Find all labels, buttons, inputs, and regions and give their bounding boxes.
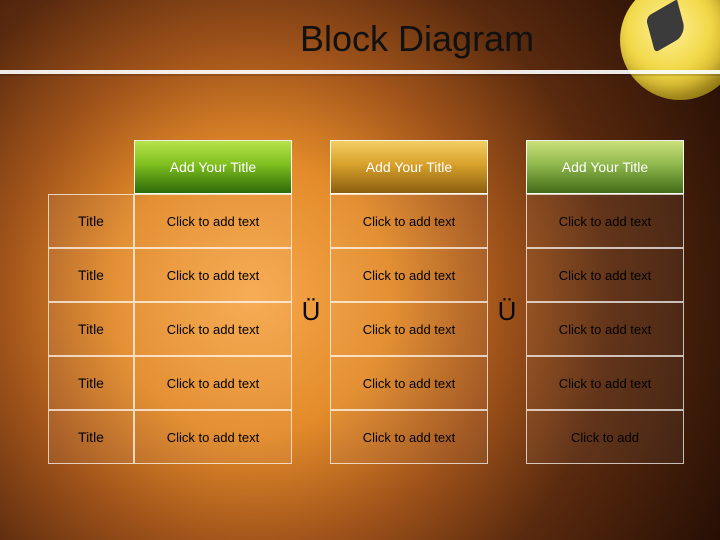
row-label[interactable]: Title [48, 302, 134, 356]
arrow-icon: Ü [498, 296, 517, 327]
arrow-gap-2: Ü [488, 140, 526, 464]
table-cell[interactable]: Click to add text [330, 248, 488, 302]
table-cell[interactable]: Click to add text [134, 194, 292, 248]
arrow-icon: Ü [302, 296, 321, 327]
table-cell[interactable]: Click to add text [330, 302, 488, 356]
page-title: Block Diagram [300, 18, 534, 60]
table-cell[interactable]: Click to add text [134, 356, 292, 410]
table-cell[interactable]: Click to add text [330, 356, 488, 410]
row-labels-spacer [48, 140, 134, 194]
corner-decoration [620, 0, 720, 100]
column-3: Add Your Title Click to add text Click t… [526, 140, 684, 464]
table-cell[interactable]: Click to add text [330, 410, 488, 464]
block-diagram: Title Title Title Title Title Add Your T… [48, 140, 684, 464]
row-label[interactable]: Title [48, 356, 134, 410]
row-label[interactable]: Title [48, 248, 134, 302]
column-header[interactable]: Add Your Title [134, 140, 292, 194]
table-cell[interactable]: Click to add text [134, 302, 292, 356]
title-underline [0, 70, 720, 74]
table-cell[interactable]: Click to add text [526, 194, 684, 248]
table-cell[interactable]: Click to add text [526, 248, 684, 302]
table-cell[interactable]: Click to add [526, 410, 684, 464]
row-label[interactable]: Title [48, 194, 134, 248]
table-cell[interactable]: Click to add text [526, 302, 684, 356]
table-cell[interactable]: Click to add text [134, 410, 292, 464]
row-label[interactable]: Title [48, 410, 134, 464]
column-header[interactable]: Add Your Title [526, 140, 684, 194]
table-cell[interactable]: Click to add text [330, 194, 488, 248]
table-cell[interactable]: Click to add text [526, 356, 684, 410]
column-header[interactable]: Add Your Title [330, 140, 488, 194]
column-2: Add Your Title Click to add text Click t… [330, 140, 488, 464]
table-cell[interactable]: Click to add text [134, 248, 292, 302]
column-1: Add Your Title Click to add text Click t… [134, 140, 292, 464]
arrow-gap-1: Ü [292, 140, 330, 464]
row-labels-column: Title Title Title Title Title [48, 140, 134, 464]
